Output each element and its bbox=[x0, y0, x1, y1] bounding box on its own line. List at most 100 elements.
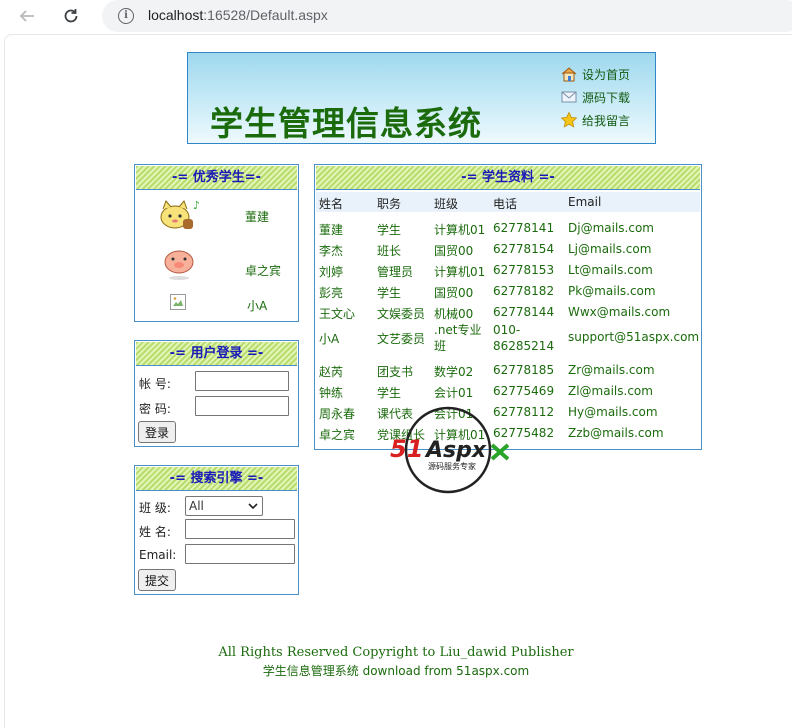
row-phone: 62778144 bbox=[493, 305, 555, 319]
row-class: .net专业班 bbox=[434, 323, 482, 353]
row-name: 周永春 bbox=[319, 407, 356, 421]
student-avatar-cat-icon: ♪ bbox=[160, 199, 200, 229]
row-duty: 班长 bbox=[377, 244, 402, 258]
footer-download: 学生信息管理系统 download from 51aspx.com bbox=[262, 664, 530, 678]
row-phone: 62778182 bbox=[493, 284, 555, 298]
excellent-students-panel: -= 优秀学生=- ♪ 董建 卓之宾 小A bbox=[134, 164, 299, 322]
row-name: 王文心 bbox=[319, 307, 356, 321]
row-duty: 文艺委员 bbox=[377, 332, 426, 346]
reload-icon bbox=[64, 9, 78, 23]
row-email: Zl@mails.com bbox=[568, 384, 653, 398]
excellent-student-item[interactable]: ♪ 董建 bbox=[135, 195, 299, 235]
svg-text:♪: ♪ bbox=[193, 199, 200, 212]
row-class: 国贸00 bbox=[434, 286, 474, 300]
row-email: Zr@mails.com bbox=[568, 363, 655, 377]
row-duty: 学生 bbox=[377, 386, 402, 400]
column-header-phone: 电话 bbox=[493, 197, 518, 211]
row-name: 刘婷 bbox=[319, 265, 344, 279]
svg-text:51: 51 bbox=[390, 435, 423, 463]
table-header-row: 姓名 职务 班级 电话 Email bbox=[316, 192, 700, 212]
footer-copyright: All Rights Reserved Copyright to Liu_daw… bbox=[218, 645, 574, 660]
row-name: 赵芮 bbox=[319, 365, 344, 379]
row-duty: 学生 bbox=[377, 286, 402, 300]
leave-message-label: 给我留言 bbox=[582, 113, 631, 128]
site-info-icon[interactable]: i bbox=[118, 8, 134, 24]
watermark-logo: 51 Aspx 源码服务专家 bbox=[388, 405, 512, 495]
star-icon bbox=[560, 111, 578, 129]
svg-text:Aspx: Aspx bbox=[424, 438, 487, 463]
excellent-student-name: 卓之宾 bbox=[245, 264, 282, 278]
row-email: Pk@mails.com bbox=[568, 284, 656, 298]
row-name: 李杰 bbox=[319, 244, 344, 258]
row-phone: 62778141 bbox=[493, 221, 555, 235]
excellent-student-item[interactable]: 小A bbox=[135, 289, 299, 329]
back-button[interactable] bbox=[14, 4, 40, 28]
class-select-value: All bbox=[189, 499, 204, 513]
student-data-heading: -= 学生资料 =- bbox=[316, 166, 700, 190]
url-host: localhost bbox=[148, 7, 204, 23]
browser-toolbar: i localhost:16528/Default.aspx bbox=[0, 0, 792, 34]
row-name: 小A bbox=[319, 332, 340, 346]
back-arrow-icon bbox=[19, 10, 34, 22]
submit-button[interactable]: 提交 bbox=[138, 569, 177, 591]
row-duty: 学生 bbox=[377, 223, 402, 237]
row-email: Hy@mails.com bbox=[568, 405, 658, 419]
login-button[interactable]: 登录 bbox=[138, 421, 177, 443]
row-email: Zzb@mails.com bbox=[568, 426, 664, 440]
column-header-duty: 职务 bbox=[377, 197, 402, 211]
login-panel: -= 用户登录 =- 帐 号: 密 码: 登录 bbox=[134, 340, 299, 447]
reload-button[interactable] bbox=[58, 4, 84, 28]
class-label: 班 级: bbox=[139, 501, 171, 515]
set-homepage-label: 设为首页 bbox=[582, 67, 631, 82]
row-duty: 管理员 bbox=[377, 265, 414, 279]
mail-icon bbox=[560, 88, 578, 106]
row-phone: 62775469 bbox=[493, 384, 555, 398]
search-panel: -= 搜索引擎 =- 班 级: All 姓 名: Email: 提交 bbox=[134, 465, 299, 595]
row-email: Wwx@mails.com bbox=[568, 305, 671, 319]
broken-image-icon bbox=[170, 294, 186, 310]
column-header-class: 班级 bbox=[434, 197, 459, 211]
set-homepage-link[interactable]: 设为首页 bbox=[560, 65, 630, 83]
name-label: 姓 名: bbox=[139, 525, 171, 539]
class-select[interactable]: All bbox=[185, 496, 263, 516]
row-class: 会计01 bbox=[434, 386, 474, 400]
svg-text:源码服务专家: 源码服务专家 bbox=[428, 461, 476, 471]
leave-message-link[interactable]: 给我留言 bbox=[560, 111, 630, 129]
email-input[interactable] bbox=[185, 544, 295, 564]
row-class: 国贸00 bbox=[434, 244, 474, 258]
row-name: 卓之宾 bbox=[319, 428, 356, 442]
source-download-label: 源码下载 bbox=[582, 90, 631, 105]
login-heading: -= 用户登录 =- bbox=[136, 342, 297, 366]
url-text[interactable]: localhost:16528/Default.aspx bbox=[148, 7, 328, 23]
home-icon bbox=[560, 65, 578, 83]
account-input[interactable] bbox=[195, 371, 289, 391]
51aspx-logo-icon: 51 Aspx 源码服务专家 bbox=[390, 406, 510, 494]
chevron-down-icon bbox=[248, 503, 258, 510]
row-email: Lt@mails.com bbox=[568, 263, 653, 277]
excellent-students-heading: -= 优秀学生=- bbox=[136, 166, 297, 190]
excellent-student-name: 小A bbox=[247, 299, 268, 313]
row-class: 计算机01 bbox=[434, 223, 486, 237]
column-header-name: 姓名 bbox=[319, 197, 344, 211]
row-name: 彭亮 bbox=[319, 286, 344, 300]
password-label: 密 码: bbox=[139, 402, 171, 416]
excellent-student-item[interactable]: 卓之宾 bbox=[135, 245, 299, 285]
row-phone: 62778185 bbox=[493, 363, 555, 377]
url-path: :16528/Default.aspx bbox=[203, 7, 328, 23]
name-input[interactable] bbox=[185, 519, 295, 539]
row-class: 计算机01 bbox=[434, 265, 486, 279]
column-header-email: Email bbox=[568, 195, 602, 209]
row-email: Dj@mails.com bbox=[568, 221, 654, 235]
student-avatar-pig-icon bbox=[164, 250, 194, 280]
source-download-link[interactable]: 源码下载 bbox=[560, 88, 630, 106]
row-email: support@51aspx.com bbox=[568, 330, 700, 344]
address-bar[interactable]: i localhost:16528/Default.aspx bbox=[102, 0, 792, 32]
row-class: 数学02 bbox=[434, 365, 474, 379]
row-name: 钟练 bbox=[319, 386, 344, 400]
row-email: Lj@mails.com bbox=[568, 242, 652, 256]
row-class: 机械00 bbox=[434, 307, 474, 321]
row-duty: 文娱委员 bbox=[377, 307, 426, 321]
site-banner: 学生管理信息系统 设为首页 源码下载 给我留言 bbox=[187, 52, 656, 144]
password-input[interactable] bbox=[195, 396, 289, 416]
excellent-student-name: 董建 bbox=[245, 210, 270, 224]
